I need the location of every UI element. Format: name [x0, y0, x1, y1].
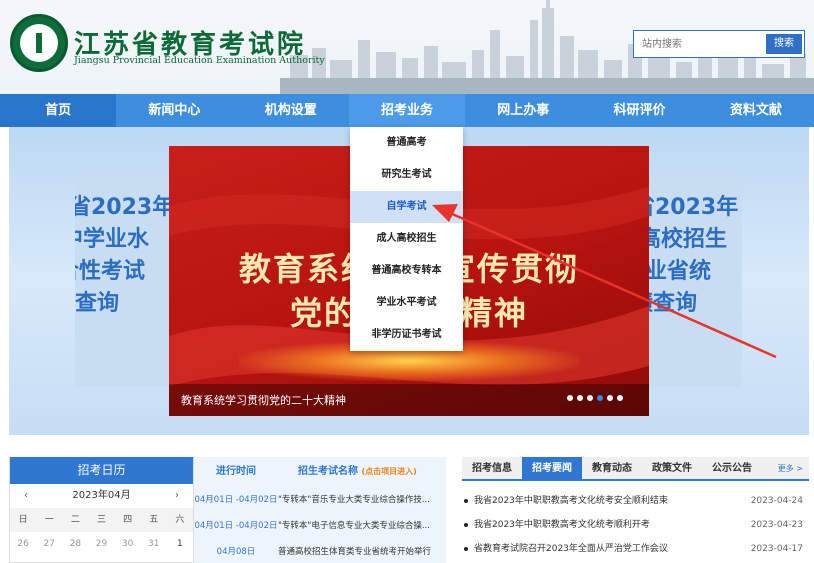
dropdown-item-zhuanzhuanben[interactable]: 普通高校专转本 — [350, 255, 463, 287]
nav-item-documents[interactable]: 资料文献 — [698, 94, 814, 127]
banner-side-card-left[interactable]: 省2023年 中学业水 合性考试 绩查询 — [75, 174, 175, 387]
chevron-right-icon[interactable]: › — [175, 484, 179, 508]
exam-calendar: 招考日历 ‹ 2023年04月 › 日 一 二 三 四 五 六 26 27 28… — [9, 457, 194, 563]
slider-dot-active[interactable] — [597, 395, 603, 401]
main-nav: 首页 新闻中心 机构设置 招考业务 网上办事 科研评价 资料文献 — [0, 94, 814, 127]
calendar-day[interactable]: 26 — [10, 532, 36, 556]
search-input[interactable] — [636, 33, 764, 55]
chevron-left-icon[interactable]: ‹ — [24, 484, 28, 508]
banner-caption[interactable]: 教育系统学习贯彻党的二十大精神 — [181, 392, 346, 408]
exam-schedule-table: 进行时间 招生考试名称 (点击项目进入) 04月01日 -04月02日 "专转本… — [194, 457, 446, 563]
banner-side-text: 学业省统 — [649, 259, 712, 284]
banner-side-text: 省2023年 — [75, 195, 175, 220]
tab-policy-documents[interactable]: 政策文件 — [642, 457, 702, 479]
dropdown-item-graduate-exam[interactable]: 研究生考试 — [350, 159, 463, 191]
nav-item-online-services[interactable]: 网上办事 — [465, 94, 581, 127]
slider-dot[interactable] — [607, 395, 613, 401]
calendar-weekday: 六 — [166, 508, 193, 532]
news-date: 2023-04-17 — [750, 544, 803, 554]
list-item[interactable]: 省教育考试院召开2023年全面从严治党工作会议 2023-04-17 — [462, 537, 809, 561]
banner-side-card-right[interactable]: 省2023年 高校招生 学业省统 绩查询 — [649, 174, 742, 387]
slider-pagination — [567, 395, 623, 401]
news-date: 2023-04-24 — [750, 496, 803, 506]
tab-announcements[interactable]: 公示公告 — [702, 457, 762, 479]
bullet-icon — [464, 499, 468, 503]
bullet-icon — [464, 523, 468, 527]
calendar-weekday: 四 — [114, 508, 141, 532]
calendar-day[interactable]: 27 — [36, 532, 62, 556]
banner-side-text: 绩查询 — [75, 291, 120, 316]
calendar-weekday: 三 — [88, 508, 115, 532]
tab-admission-news[interactable]: 招考要闻 — [522, 457, 582, 479]
news-title-link[interactable]: 我省2023年中职职教高考文化统考安全顺利结束 — [474, 489, 668, 513]
list-item[interactable]: 我省2023年中职职教高考文化统考顺利开考 2023-04-23 — [462, 513, 809, 537]
news-title-link[interactable]: 省教育考试院召开2023年全面从严治党工作会议 — [474, 537, 668, 561]
news-tabs: 招考信息 招考要闻 教育动态 政策文件 公示公告 更多 > — [462, 457, 809, 481]
slider-dot[interactable] — [577, 395, 583, 401]
exam-date: 04月08日 — [216, 547, 256, 557]
admissions-dropdown-menu: 普通高考 研究生考试 自学考试 成人高校招生 普通高校专转本 学业水平考试 非学… — [350, 127, 463, 351]
calendar-month-bar: ‹ 2023年04月 › — [10, 484, 193, 508]
banner-side-text: 中学业水 — [75, 227, 150, 252]
calendar-month: 2023年04月 — [72, 490, 131, 501]
calendar-title: 招考日历 — [10, 457, 193, 484]
site-header: 江苏省教育考试院 Jiangsu Provincial Education Ex… — [0, 0, 814, 94]
tab-admission-info[interactable]: 招考信息 — [462, 457, 522, 479]
calendar-weekday: 一 — [36, 508, 63, 532]
calendar-day[interactable]: 30 — [115, 532, 141, 556]
table-row[interactable]: 04月08日 普通高校招生体育类专业省统考开始举行 — [194, 539, 446, 563]
calendar-day[interactable]: 31 — [141, 532, 167, 556]
slider-dot[interactable] — [567, 395, 573, 401]
banner-side-text: 省2023年 — [649, 195, 739, 220]
banner-side-text: 合性考试 — [75, 259, 146, 284]
calendar-grid: 日 一 二 三 四 五 六 26 27 28 29 30 31 1 — [10, 508, 193, 556]
tab-education-updates[interactable]: 教育动态 — [582, 457, 642, 479]
table-row[interactable]: 04月01日 -04月02日 "专转本"音乐专业大类专业综合操作技... — [194, 487, 446, 513]
exam-name-link[interactable]: 普通高校招生体育类专业省统考开始举行 — [278, 539, 446, 563]
search-button[interactable]: 搜索 — [766, 34, 802, 54]
dropdown-item-proficiency-test[interactable]: 学业水平考试 — [350, 287, 463, 319]
exam-name-link[interactable]: "专转本"电子信息专业大类专业综合操... — [278, 513, 446, 539]
column-header-note: (点击项目进入) — [361, 467, 417, 476]
column-header-name-label: 招生考试名称 — [298, 466, 358, 477]
calendar-day[interactable]: 1 — [167, 532, 193, 556]
exam-table-header: 进行时间 招生考试名称 (点击项目进入) — [194, 457, 446, 487]
column-header-name: 招生考试名称 (点击项目进入) — [278, 457, 446, 487]
banner-side-text: 绩查询 — [649, 291, 698, 316]
dropdown-item-self-study-exam[interactable]: 自学考试 — [350, 191, 463, 223]
dropdown-item-certificate-exam[interactable]: 非学历证书考试 — [350, 319, 463, 351]
news-list: 我省2023年中职职教高考文化统考安全顺利结束 2023-04-24 我省202… — [462, 481, 809, 561]
slider-dot[interactable] — [587, 395, 593, 401]
banner-side-text: 高校招生 — [649, 227, 728, 252]
news-title-link[interactable]: 我省2023年中职职教高考文化统考顺利开考 — [474, 513, 650, 537]
exam-date: 04月01日 -04月02日 — [194, 495, 278, 505]
calendar-day[interactable]: 29 — [88, 532, 114, 556]
news-panel: 招考信息 招考要闻 教育动态 政策文件 公示公告 更多 > 我省2023年中职职… — [462, 457, 809, 563]
exam-name-link[interactable]: "专转本"音乐专业大类专业综合操作技... — [278, 487, 446, 513]
calendar-weekday: 日 — [10, 508, 37, 532]
calendar-weekday: 二 — [62, 508, 89, 532]
list-item[interactable]: 我省2023年中职职教高考文化统考安全顺利结束 2023-04-24 — [462, 489, 809, 513]
table-row[interactable]: 04月01日 -04月02日 "专转本"电子信息专业大类专业综合操... — [194, 513, 446, 539]
nav-item-home[interactable]: 首页 — [0, 94, 117, 127]
nav-item-organization[interactable]: 机构设置 — [233, 94, 349, 127]
calendar-day[interactable]: 28 — [62, 532, 88, 556]
news-date: 2023-04-23 — [750, 520, 803, 530]
column-header-time: 进行时间 — [216, 466, 256, 477]
seal-logo-icon[interactable] — [10, 14, 68, 72]
site-subtitle: Jiangsu Provincial Education Examination… — [74, 55, 325, 66]
exam-date: 04月01日 -04月02日 — [194, 521, 278, 531]
nav-item-admissions[interactable]: 招考业务 — [348, 94, 466, 127]
dropdown-item-gaokao[interactable]: 普通高考 — [350, 127, 463, 159]
dropdown-item-adult-admission[interactable]: 成人高校招生 — [350, 223, 463, 255]
slider-dot[interactable] — [617, 395, 623, 401]
search-box: 搜索 — [633, 30, 805, 58]
nav-item-news-center[interactable]: 新闻中心 — [116, 94, 232, 127]
bullet-icon — [464, 547, 468, 551]
more-link[interactable]: 更多 > — [778, 457, 803, 481]
nav-item-research[interactable]: 科研评价 — [581, 94, 697, 127]
calendar-weekday: 五 — [140, 508, 167, 532]
